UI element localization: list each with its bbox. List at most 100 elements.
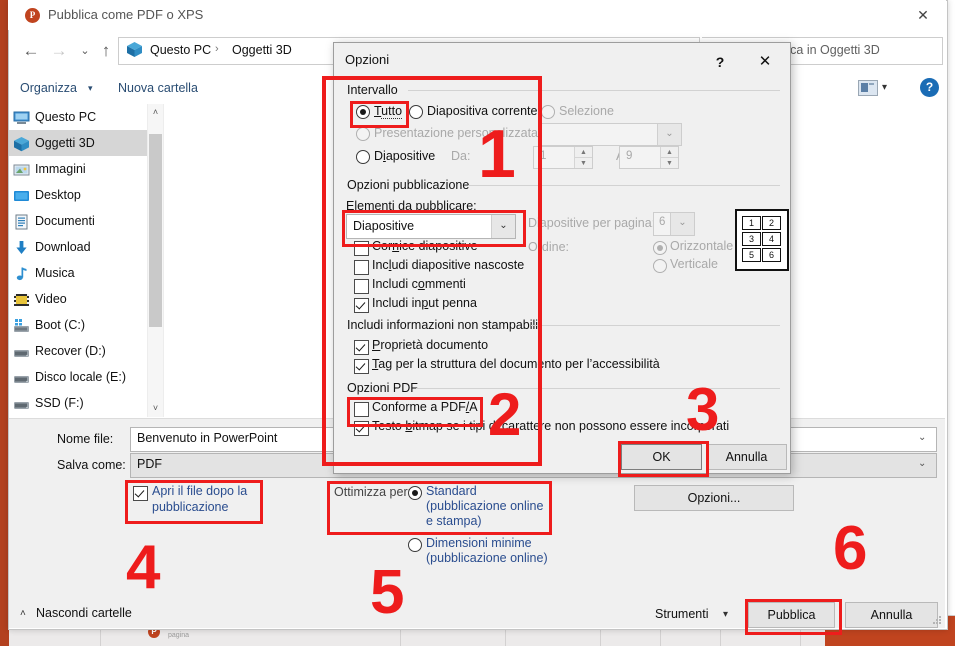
sidebar-item-label: Musica [35, 266, 75, 280]
optimize-standard-radio[interactable] [408, 486, 422, 500]
forward-arrow-icon[interactable]: → [46, 38, 72, 64]
custom-show-combo: ⌄ [538, 123, 682, 146]
range-to-spinner[interactable]: 9 ▲ ▼ [619, 146, 679, 169]
save-as-type-value: PDF [137, 457, 162, 471]
breadcrumb-separator: › [215, 43, 219, 55]
sidebar-item-label: SSD (F:) [35, 396, 84, 410]
sidebar-item-disco-locale-e[interactable]: Disco locale (E:) [9, 364, 155, 390]
cancel-button[interactable]: Annulla [845, 602, 938, 628]
layout-cell-5: 5 [742, 248, 761, 262]
include-hidden-checkbox[interactable] [354, 260, 369, 275]
drive-icon [13, 395, 30, 411]
powerpoint-icon: P [25, 8, 40, 23]
up-arrow-icon[interactable]: ↑ [93, 38, 119, 64]
dialog-help-icon[interactable]: ? [707, 50, 733, 74]
sidebar-item-ssd-f[interactable]: SSD (F:) [9, 390, 155, 416]
frame-slides-label[interactable]: Cornice diapositive [372, 239, 478, 253]
save-as-type-label: Salva come: [57, 458, 126, 472]
pdfa-compliant-label[interactable]: Conforme a PDF/A [372, 400, 478, 414]
range-selection-radio [541, 105, 555, 119]
optimize-standard-label-line1[interactable]: Standard [426, 484, 477, 498]
dialog-cancel-button[interactable]: Annulla [706, 444, 787, 470]
download-arrow-icon [13, 239, 30, 255]
frame-slides-checkbox[interactable] [354, 241, 369, 256]
back-arrow-icon[interactable]: ← [18, 38, 44, 64]
spinner-down-arrow-icon[interactable]: ▼ [660, 157, 678, 169]
open-after-publish-label-line1[interactable]: Apri il file dopo la [152, 484, 247, 498]
accessibility-tags-checkbox[interactable] [354, 359, 369, 374]
include-comments-label[interactable]: Includi commenti [372, 277, 466, 291]
range-slides-radio[interactable] [356, 150, 370, 164]
sidebar-item-oggetti-3d[interactable]: Oggetti 3D [9, 130, 155, 156]
include-ink-label[interactable]: Includi input penna [372, 296, 477, 310]
optimize-minimum-label-line2[interactable]: (pubblicazione online) [426, 551, 548, 565]
include-ink-checkbox[interactable] [354, 298, 369, 313]
optimize-minimum-label-line1[interactable]: Dimensioni minime [426, 536, 532, 550]
sidebar-item-recover-d[interactable]: Recover (D:) [9, 338, 155, 364]
sidebar-item-video[interactable]: Video [9, 286, 155, 312]
open-after-publish-checkbox[interactable] [133, 486, 148, 501]
range-all-label[interactable]: Tutto [374, 104, 402, 118]
range-from-value: 1 [540, 150, 546, 162]
view-chevron-down-icon[interactable]: ▾ [882, 82, 887, 93]
range-all-radio[interactable] [356, 105, 370, 119]
order-horizontal-label: Orizzontale [670, 239, 733, 253]
resize-grip[interactable] [933, 616, 941, 624]
range-from-spinner[interactable]: 1 ▲ ▼ [533, 146, 593, 169]
sidebar-item-musica[interactable]: Musica [9, 260, 155, 286]
sidebar-item-download[interactable]: Download [9, 234, 155, 260]
bitmap-text-label[interactable]: Testo bitmap se i tipi di carattere non … [372, 419, 729, 433]
pdfa-compliant-checkbox[interactable] [354, 402, 369, 417]
sidebar-item-label: Recover (D:) [35, 344, 106, 358]
publish-what-combo[interactable]: Diapositive ⌄ [346, 214, 516, 239]
include-comments-checkbox[interactable] [354, 279, 369, 294]
sidebar-item-questo-pc[interactable]: Questo PC [9, 104, 155, 130]
spinner-down-arrow-icon[interactable]: ▼ [574, 157, 592, 169]
layout-cell-3: 3 [742, 232, 761, 246]
dialog-close-icon[interactable]: ✕ [748, 50, 782, 74]
open-after-publish-label-line2[interactable]: pubblicazione [152, 500, 228, 514]
sidebar-item-label: Download [35, 240, 91, 254]
sidebar-item-immagini[interactable]: Immagini [9, 156, 155, 182]
doc-properties-checkbox[interactable] [354, 340, 369, 355]
chevron-down-icon[interactable]: ▾ [88, 83, 93, 94]
scroll-up-arrow-icon[interactable]: ˄ [148, 104, 163, 121]
help-icon[interactable]: ? [920, 78, 939, 97]
sidebar-item-boot-c[interactable]: Boot (C:) [9, 312, 155, 338]
window-close-button[interactable]: ✕ [901, 4, 945, 26]
order-vertical-radio [653, 259, 667, 273]
chevron-down-icon[interactable]: ⌄ [918, 458, 926, 469]
bitmap-text-checkbox[interactable] [354, 421, 369, 436]
sidebar-item-label: Oggetti 3D [35, 136, 95, 150]
optimize-minimum-radio[interactable] [408, 538, 422, 552]
chevron-down-icon[interactable]: ⌄ [918, 432, 926, 443]
optimize-standard-label-line3[interactable]: e stampa) [426, 514, 482, 528]
new-folder-button[interactable]: Nuova cartella [118, 81, 198, 95]
organize-button[interactable]: Organizza [20, 81, 77, 95]
range-current-slide-label[interactable]: Diapositiva corrente [427, 104, 537, 118]
sidebar-item-documenti[interactable]: Documenti [9, 208, 155, 234]
sidebar-item-desktop[interactable]: Desktop [9, 182, 155, 208]
range-slides-label[interactable]: Diapositive [374, 149, 435, 163]
options-button[interactable]: Opzioni... [634, 485, 794, 511]
accessibility-tags-label[interactable]: Tag per la struttura del documento per l… [372, 357, 660, 371]
order-vertical-label: Verticale [670, 257, 718, 271]
publish-button[interactable]: Pubblica [748, 602, 835, 628]
sidebar-scrollbar[interactable]: ˄ ˅ [147, 104, 163, 417]
hide-folders-button[interactable]: Nascondi cartelle [36, 606, 132, 620]
chevron-down-icon[interactable]: ▾ [723, 609, 728, 620]
breadcrumb-item-questo-pc[interactable]: Questo PC [150, 43, 211, 57]
filename-value: Benvenuto in PowerPoint [137, 431, 277, 445]
scroll-down-arrow-icon[interactable]: ˅ [148, 400, 163, 417]
include-hidden-label[interactable]: Includi diapositive nascoste [372, 258, 524, 272]
breadcrumb-item-oggetti-3d[interactable]: Oggetti 3D [232, 43, 292, 57]
range-current-slide-radio[interactable] [409, 105, 423, 119]
tools-button[interactable]: Strumenti [655, 607, 709, 621]
dialog-ok-button[interactable]: OK [621, 444, 702, 470]
chevron-down-icon[interactable]: ⌄ [491, 215, 515, 238]
doc-properties-label[interactable]: Proprietà documento [372, 338, 488, 352]
chevron-up-icon[interactable]: ˄ [20, 608, 26, 619]
optimize-standard-label-line2[interactable]: (pubblicazione online [426, 499, 543, 513]
change-view-icon[interactable] [858, 80, 878, 96]
scrollbar-thumb[interactable] [149, 134, 162, 327]
